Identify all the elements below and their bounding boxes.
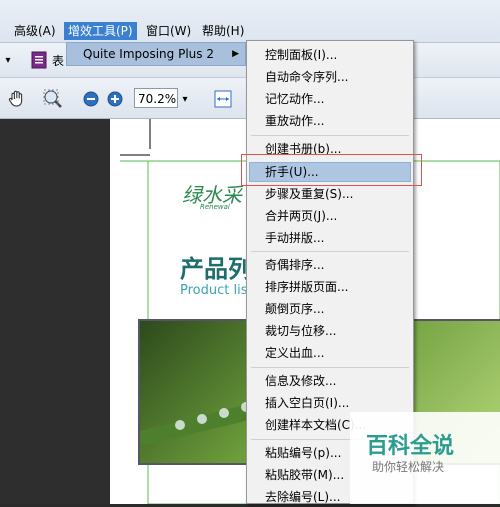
menu-separator	[251, 367, 409, 368]
menu-control-panel[interactable]: 控制面板(I)...	[265, 45, 337, 65]
menu-auto-sequence[interactable]: 自动命令序列...	[265, 67, 348, 87]
fit-width-icon[interactable]	[212, 88, 234, 110]
menu-reverse-pages[interactable]: 颠倒页序...	[265, 299, 324, 319]
zoom-out-icon[interactable]	[82, 90, 100, 108]
menu-paste-number[interactable]: 粘贴编号(p)...	[265, 443, 341, 463]
menu-trim-shift[interactable]: 裁切与位移...	[265, 321, 336, 341]
menu-odd-even-sort[interactable]: 奇偶排序...	[265, 255, 324, 275]
zoom-in-icon[interactable]	[106, 90, 124, 108]
menu-merge-pages[interactable]: 合并两页(J)...	[265, 206, 337, 226]
toolbar-label-fragment: 表	[52, 53, 65, 68]
menu-replay-action[interactable]: 重放动作...	[265, 111, 324, 131]
menu-manual-imposition[interactable]: 手动拼版...	[265, 228, 324, 248]
menu-advanced[interactable]: 高级(A)	[10, 22, 60, 40]
menu-remember-action[interactable]: 记忆动作...	[265, 89, 324, 109]
menu-info-modify[interactable]: 信息及修改...	[265, 371, 336, 391]
zoom-dropdown-icon[interactable]: ▾	[180, 92, 190, 106]
menu-sort-pages[interactable]: 排序拼版页面...	[265, 277, 348, 297]
menu-window[interactable]: 窗口(W)	[142, 22, 195, 40]
menu-insert-blank[interactable]: 插入空白页(I)...	[265, 393, 349, 413]
menu-separator	[251, 135, 409, 136]
menu-remove-number[interactable]: 去除编号(L)...	[265, 487, 341, 507]
document-icon[interactable]	[30, 51, 48, 69]
submenu-quite-imposing[interactable]: Quite Imposing Plus 2 ▶	[66, 42, 246, 66]
marquee-zoom-icon[interactable]	[40, 88, 66, 110]
menu-help[interactable]: 帮助(H)	[198, 22, 248, 40]
submenu-label: Quite Imposing Plus 2	[83, 47, 214, 61]
dropdown-arrow-icon[interactable]: ▾	[0, 52, 16, 68]
annotation-highlight-box	[241, 154, 422, 186]
page-title: 产品列	[180, 255, 252, 283]
menu-separator	[251, 251, 409, 252]
watermark-subtitle: 助你轻松解决	[372, 460, 445, 474]
menu-step-repeat[interactable]: 步骤及重复(S)...	[265, 184, 353, 204]
menu-define-bleed[interactable]: 定义出血...	[265, 343, 324, 363]
brand-logo-subtext: Renewal	[200, 203, 230, 211]
menu-paste-tape[interactable]: 粘贴胶带(M)...	[265, 465, 344, 485]
watermark-title: 百科全说	[366, 434, 455, 459]
watermark: 百科全说 助你轻松解决	[350, 412, 500, 504]
zoom-input[interactable]: 70.2%	[134, 88, 178, 108]
menu-item-file-fragment[interactable]	[0, 22, 8, 40]
menu-bar: 高级(A) 增效工具(P) 窗口(W) 帮助(H)	[0, 0, 500, 43]
page-subtitle: Product lis	[180, 283, 248, 298]
submenu-arrow-icon: ▶	[232, 49, 239, 59]
hand-tool-icon[interactable]	[6, 88, 28, 110]
menu-plugins[interactable]: 增效工具(P)	[64, 22, 137, 40]
